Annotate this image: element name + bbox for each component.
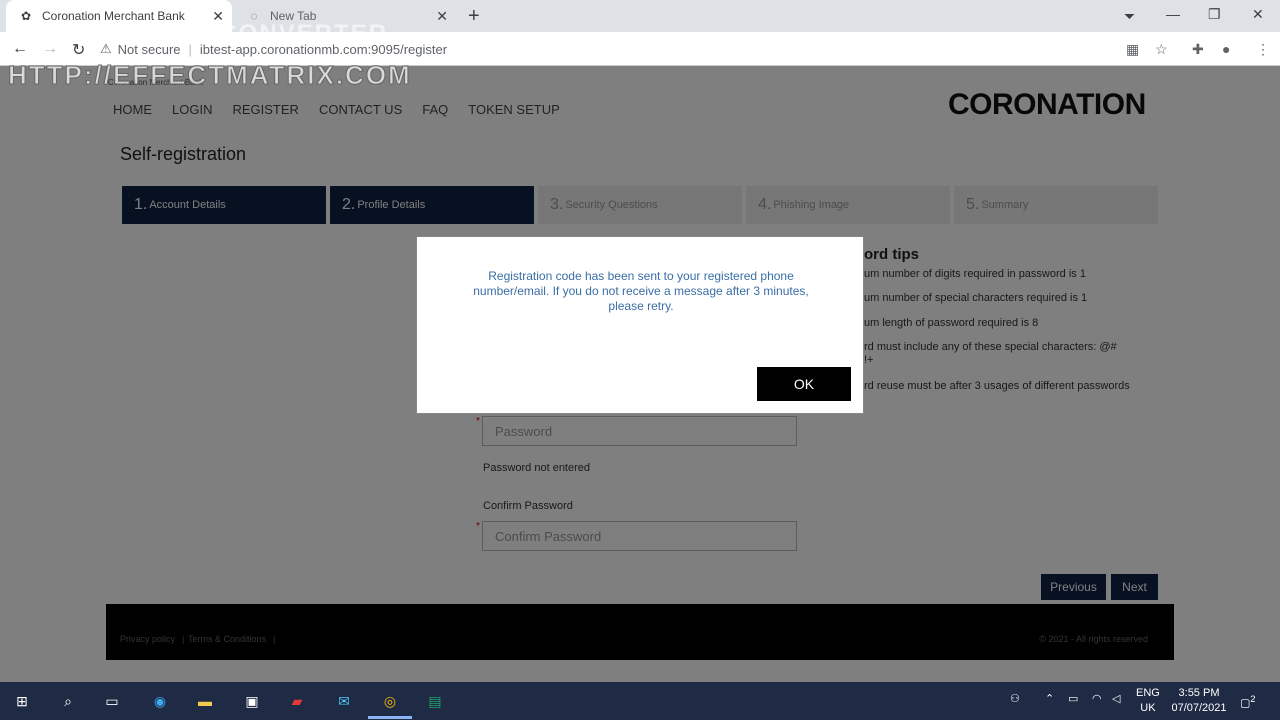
tray-chevron-icon[interactable]: ⌃ xyxy=(1045,692,1054,707)
acrobat-icon[interactable]: ▰ xyxy=(285,690,309,712)
file-explorer-icon[interactable]: ▬ xyxy=(193,690,217,712)
back-icon[interactable]: ← xyxy=(12,40,28,58)
qr-code-icon[interactable]: ▦ xyxy=(1126,41,1139,58)
clock[interactable]: 3:55 PM 07/07/2021 xyxy=(1168,686,1230,716)
registration-code-dialog: Registration code has been sent to your … xyxy=(416,236,864,414)
ok-button[interactable]: OK xyxy=(757,367,851,401)
extensions-icon[interactable]: ✚ xyxy=(1192,41,1204,58)
people-icon[interactable]: ⚇ xyxy=(1010,692,1020,707)
watermark-text: TOTAL VIDEO CONVERTER xyxy=(30,20,389,47)
language-indicator[interactable]: ENG UK xyxy=(1136,686,1160,716)
edge-icon[interactable]: ◉ xyxy=(148,690,172,712)
profile-avatar-icon[interactable]: ● xyxy=(1222,41,1230,57)
search-icon[interactable]: ⌕ xyxy=(56,690,80,712)
minimize-button[interactable]: — xyxy=(1166,6,1180,22)
store-icon[interactable]: ▣ xyxy=(240,690,264,712)
mail-icon[interactable]: ✉ xyxy=(332,690,356,712)
mouse-cursor-icon: ➤ xyxy=(820,368,834,385)
excel-icon[interactable]: ▤ xyxy=(423,690,447,712)
task-view-icon[interactable]: ▭ xyxy=(100,690,124,712)
menu-kebab-icon[interactable]: ⋮ xyxy=(1256,41,1270,58)
new-tab-button[interactable]: + xyxy=(468,6,480,26)
watermark-url: HTTP://EFFECTMATRIX.COM xyxy=(8,60,412,91)
tab-close-icon[interactable]: ✕ xyxy=(436,8,448,25)
restore-button[interactable]: ❐ xyxy=(1208,6,1221,23)
profile-dropdown-icon[interactable]: ⏷ xyxy=(1124,8,1135,25)
volume-icon[interactable]: ◁ xyxy=(1112,692,1120,707)
windows-taskbar: ⊞ ⌕ ▭ ◉ ▬ ▣ ▰ ✉ ◎ ▤ ⚇ ⌃ ▭ ◠ ◁ ENG UK 3:5… xyxy=(0,682,1280,720)
dialog-message: Registration code has been sent to your … xyxy=(473,269,809,313)
chrome-icon[interactable]: ◎ xyxy=(378,690,402,712)
bookmark-star-icon[interactable]: ☆ xyxy=(1155,41,1168,58)
close-window-button[interactable]: ✕ xyxy=(1252,6,1264,23)
battery-icon[interactable]: ▭ xyxy=(1068,692,1078,707)
wifi-icon[interactable]: ◠ xyxy=(1092,692,1102,707)
notification-icon[interactable]: ▢2 xyxy=(1240,692,1256,712)
active-app-indicator xyxy=(368,716,412,719)
windows-start-icon[interactable]: ⊞ xyxy=(10,690,34,712)
